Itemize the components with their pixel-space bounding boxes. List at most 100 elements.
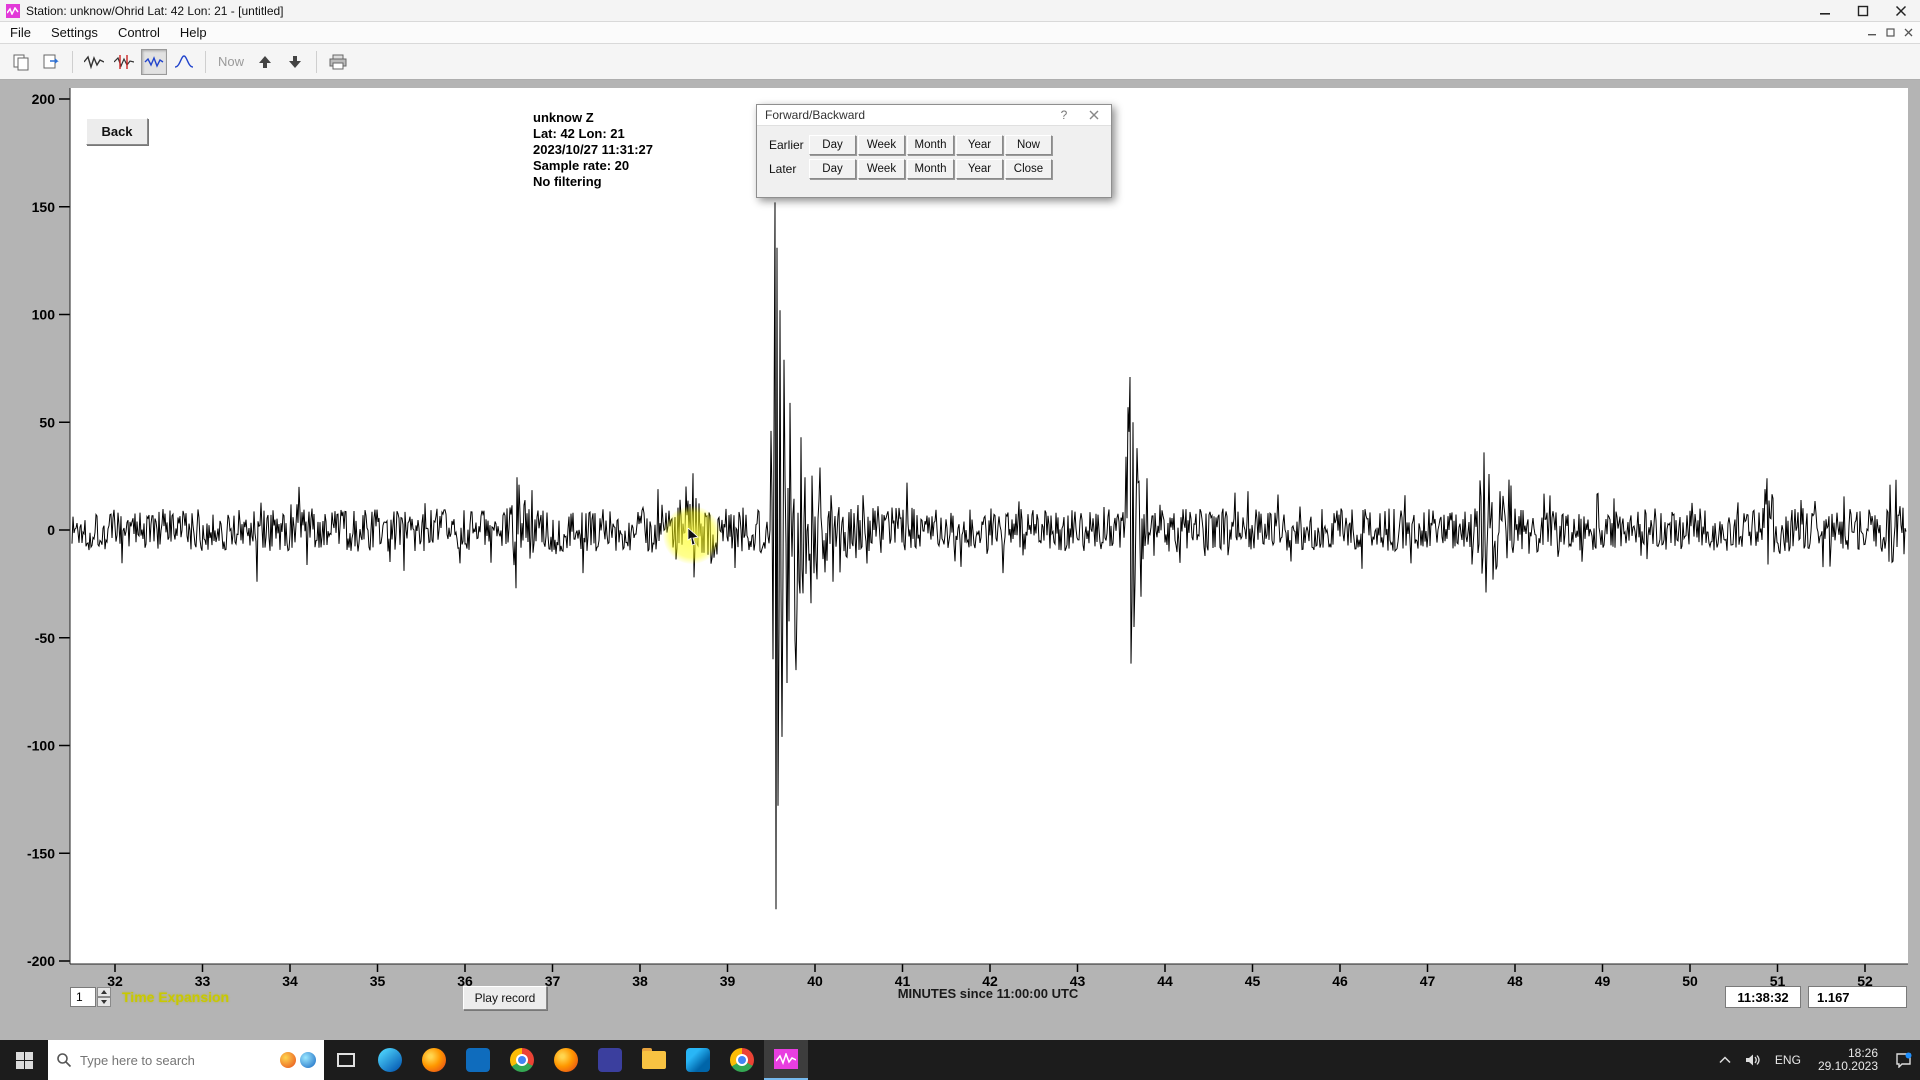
trace-view-button[interactable] bbox=[141, 49, 167, 75]
earlier-year-button[interactable]: Year bbox=[956, 135, 1003, 155]
search-input[interactable] bbox=[80, 1053, 240, 1068]
dialog-title: Forward/Backward bbox=[765, 108, 865, 122]
seismogram-app-icon bbox=[774, 1049, 798, 1069]
language-indicator[interactable]: ENG bbox=[1768, 1040, 1808, 1080]
scroll-up-button[interactable] bbox=[252, 49, 278, 75]
firefox-button[interactable] bbox=[412, 1040, 456, 1080]
firefox-2-button[interactable] bbox=[544, 1040, 588, 1080]
title-bar: Station: unknow/Ohrid Lat: 42 Lon: 21 - … bbox=[0, 0, 1920, 22]
back-button[interactable]: Back bbox=[86, 118, 148, 145]
scroll-down-button[interactable] bbox=[282, 49, 308, 75]
dialog-title-bar[interactable]: Forward/Backward ? bbox=[757, 105, 1111, 126]
station-info-channel: unknow Z bbox=[533, 110, 653, 126]
later-year-button[interactable]: Year bbox=[956, 159, 1003, 179]
toolbar: Now bbox=[0, 44, 1920, 80]
chrome-button[interactable] bbox=[500, 1040, 544, 1080]
earlier-week-button[interactable]: Week bbox=[858, 135, 905, 155]
edge-button[interactable] bbox=[368, 1040, 412, 1080]
picks-icon bbox=[114, 54, 134, 70]
maximize-button[interactable] bbox=[1844, 0, 1882, 22]
chrome-2-button[interactable] bbox=[720, 1040, 764, 1080]
window-controls bbox=[1806, 0, 1920, 22]
system-tray: ENG 18:26 29.10.2023 bbox=[1712, 1040, 1920, 1080]
spinner-up-icon bbox=[101, 990, 107, 994]
svg-text:48: 48 bbox=[1507, 973, 1523, 989]
vscode-icon bbox=[686, 1048, 710, 1072]
maximize-icon bbox=[1857, 5, 1869, 17]
spinner-down-button[interactable] bbox=[97, 997, 111, 1007]
station-info-block: unknow Z Lat: 42 Lon: 21 2023/10/27 11:3… bbox=[533, 110, 653, 190]
time-expansion-label: Time Expansion bbox=[122, 989, 229, 1005]
dialog-close-button[interactable] bbox=[1085, 107, 1103, 123]
dialog-help-button[interactable]: ? bbox=[1055, 107, 1073, 123]
waveform-button[interactable] bbox=[81, 49, 107, 75]
svg-text:-200: -200 bbox=[27, 953, 55, 969]
waveform-icon bbox=[84, 54, 104, 70]
mdi-minimize-button[interactable] bbox=[1865, 25, 1880, 40]
station-info-filtering: No filtering bbox=[533, 174, 653, 190]
later-month-button[interactable]: Month bbox=[907, 159, 954, 179]
earlier-now-button[interactable]: Now bbox=[1005, 135, 1052, 155]
trace-view-icon bbox=[144, 54, 164, 70]
later-week-button[interactable]: Week bbox=[858, 159, 905, 179]
later-day-button[interactable]: Day bbox=[809, 159, 856, 179]
tray-date: 29.10.2023 bbox=[1818, 1060, 1878, 1073]
earlier-day-button[interactable]: Day bbox=[809, 135, 856, 155]
menu-settings[interactable]: Settings bbox=[41, 23, 108, 42]
print-button[interactable] bbox=[325, 49, 351, 75]
start-button[interactable] bbox=[0, 1040, 48, 1080]
store-button[interactable] bbox=[456, 1040, 500, 1080]
later-label: Later bbox=[757, 162, 809, 176]
vscode-button[interactable] bbox=[676, 1040, 720, 1080]
click-highlight bbox=[663, 506, 721, 564]
earlier-month-button[interactable]: Month bbox=[907, 135, 954, 155]
task-view-button[interactable] bbox=[324, 1040, 368, 1080]
menu-help[interactable]: Help bbox=[170, 23, 217, 42]
print-icon bbox=[329, 54, 347, 70]
time-expansion-value[interactable]: 1 bbox=[70, 987, 96, 1007]
file-explorer-button[interactable] bbox=[632, 1040, 676, 1080]
volume-button[interactable] bbox=[1738, 1040, 1768, 1080]
mdi-restore-button[interactable] bbox=[1883, 25, 1898, 40]
svg-text:-100: -100 bbox=[27, 738, 55, 754]
station-info-datetime: 2023/10/27 11:31:27 bbox=[533, 142, 653, 158]
close-button[interactable] bbox=[1882, 0, 1920, 22]
mdi-restore-icon bbox=[1886, 28, 1895, 37]
action-center-icon bbox=[1895, 1052, 1913, 1068]
action-center-button[interactable] bbox=[1888, 1040, 1920, 1080]
now-button-disabled: Now bbox=[214, 51, 248, 73]
svg-text:45: 45 bbox=[1245, 973, 1261, 989]
minimize-button[interactable] bbox=[1806, 0, 1844, 22]
taskbar-search[interactable] bbox=[48, 1040, 324, 1080]
tray-clock[interactable]: 18:26 29.10.2023 bbox=[1808, 1047, 1888, 1073]
y-axis-ticks: 200150100500-50-100-150-200 bbox=[27, 91, 70, 969]
media-player-button[interactable] bbox=[588, 1040, 632, 1080]
duplicate-button[interactable] bbox=[8, 49, 34, 75]
seismogram-app-button[interactable] bbox=[764, 1040, 808, 1080]
picks-button[interactable] bbox=[111, 49, 137, 75]
minimize-icon bbox=[1819, 5, 1831, 17]
tray-chevron-button[interactable] bbox=[1712, 1040, 1738, 1080]
menu-control[interactable]: Control bbox=[108, 23, 170, 42]
svg-text:38: 38 bbox=[632, 973, 648, 989]
media-player-icon bbox=[598, 1048, 622, 1072]
svg-text:-50: -50 bbox=[35, 630, 55, 646]
duplicate-icon bbox=[12, 53, 30, 71]
search-highlight-icon bbox=[280, 1052, 296, 1068]
menu-file[interactable]: File bbox=[0, 23, 41, 42]
mdi-close-button[interactable] bbox=[1901, 25, 1916, 40]
mdi-minimize-icon bbox=[1868, 28, 1877, 37]
mdi-close-icon bbox=[1904, 28, 1913, 37]
spinner-up-button[interactable] bbox=[97, 987, 111, 997]
svg-text:35: 35 bbox=[370, 973, 386, 989]
spinner-down-icon bbox=[101, 1000, 107, 1004]
forward-backward-dialog: Forward/Backward ? Earlier Day Week Mont… bbox=[756, 104, 1112, 198]
export-button[interactable] bbox=[38, 49, 64, 75]
station-info-samplerate: Sample rate: 20 bbox=[533, 158, 653, 174]
seismogram-plot[interactable]: 200150100500-50-100-150-2003233343536373… bbox=[0, 80, 1920, 1040]
app-icon bbox=[6, 4, 20, 18]
play-record-button[interactable]: Play record bbox=[463, 986, 547, 1010]
filter-curve-button[interactable] bbox=[171, 49, 197, 75]
later-close-button[interactable]: Close bbox=[1005, 159, 1052, 179]
speaker-icon bbox=[1745, 1053, 1761, 1067]
